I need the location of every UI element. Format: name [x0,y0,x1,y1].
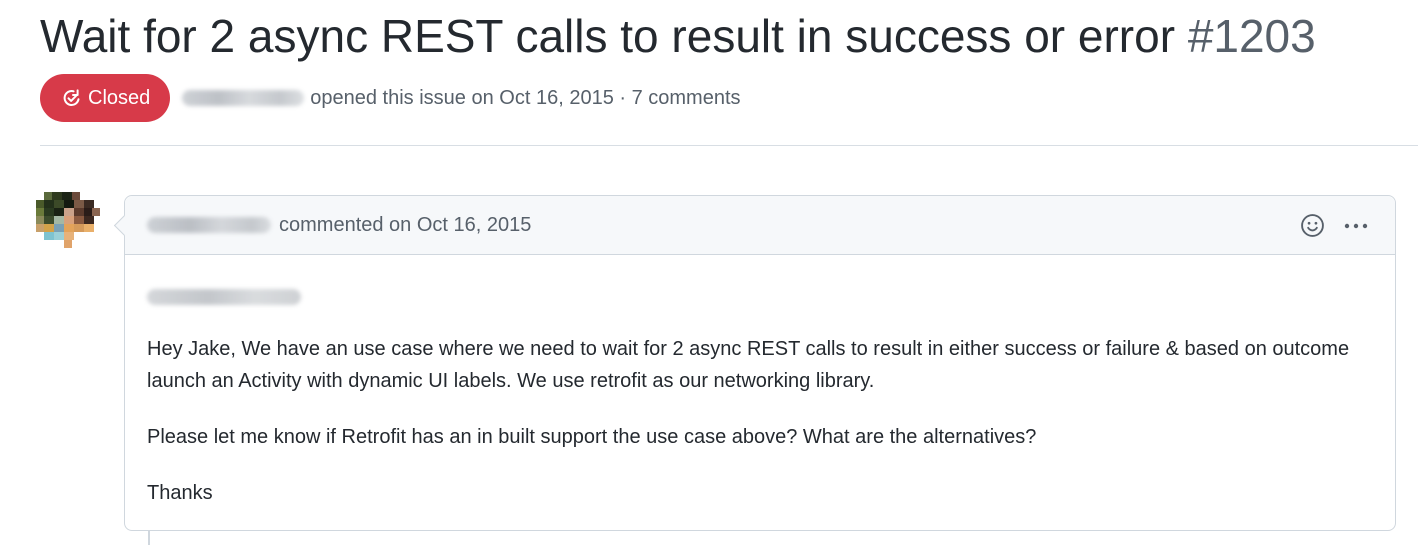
issue-number: #1203 [1187,10,1316,62]
user-mention-link[interactable] [147,289,301,305]
comment-paragraph: Thanks [147,482,213,504]
timeline-line [148,531,150,545]
comment-menu-button[interactable] [1343,214,1369,238]
issue-title: Wait for 2 async REST calls to result in… [40,6,1316,66]
issue-author-link[interactable] [182,90,305,106]
add-reaction-button[interactable] [1300,213,1325,238]
issue-title-text: Wait for 2 async REST calls to result in… [40,10,1176,62]
comment-timestamp[interactable]: commented on Oct 16, 2015 [279,214,531,237]
comment-body: Hey Jake, We have an use case where we n… [125,255,1395,509]
state-badge: Closed [40,74,171,122]
comment-actions [1300,213,1369,238]
issue-closed-icon [63,89,80,106]
smiley-icon [1301,214,1324,237]
issue-page: Wait for 2 async REST calls to result in… [0,0,1418,545]
comment-header: commented on Oct 16, 2015 [125,196,1395,255]
issue-meta: Closed opened this issue on Oct 16, 2015… [40,74,741,122]
comment-paragraph: Please let me know if Retrofit has an in… [147,426,1037,448]
issue-meta-text: opened this issue on Oct 16, 2015 · 7 co… [310,86,741,109]
author-avatar[interactable] [36,192,102,256]
kebab-horizontal-icon [1344,223,1368,228]
state-label: Closed [88,86,151,109]
header-divider [40,145,1418,146]
comment-paragraph: Hey Jake, We have an use case where we n… [147,338,1350,392]
comment-author-link[interactable] [147,217,271,233]
comment-box: commented on Oct 16, 2015 Hey Jake, We h… [124,195,1396,531]
